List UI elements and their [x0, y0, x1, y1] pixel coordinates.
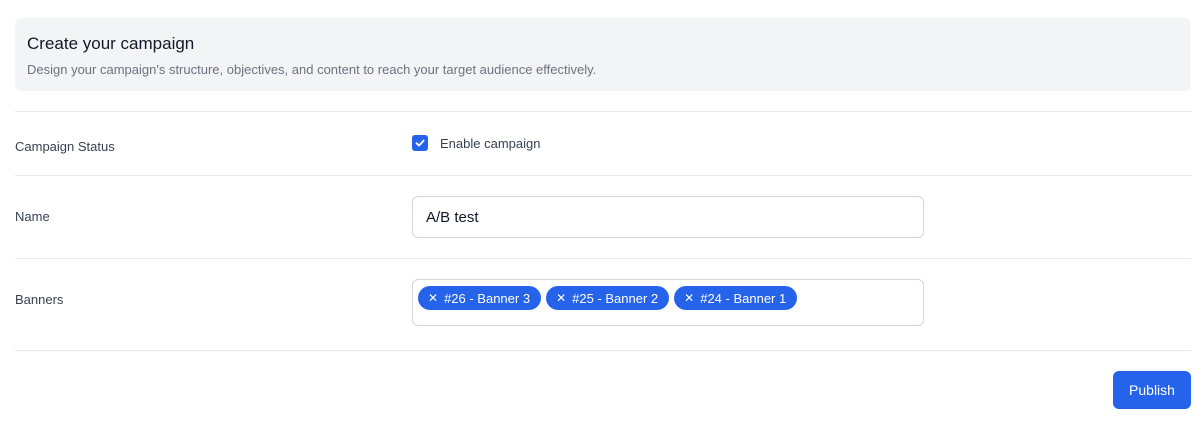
header-card: Create your campaign Design your campaig…	[15, 18, 1191, 91]
enable-campaign-checkbox[interactable]	[412, 135, 428, 151]
banner-tag-label: #26 - Banner 3	[444, 290, 531, 306]
close-icon[interactable]: ✕	[556, 292, 566, 304]
banners-label: Banners	[15, 292, 64, 307]
divider	[15, 350, 1191, 351]
banner-tag: ✕ #25 - Banner 2	[546, 286, 670, 310]
divider	[15, 175, 1191, 176]
publish-button[interactable]: Publish	[1113, 371, 1191, 409]
enable-campaign-label[interactable]: Enable campaign	[440, 136, 540, 152]
banners-multiselect[interactable]: ✕ #26 - Banner 3 ✕ #25 - Banner 2 ✕ #24 …	[412, 279, 924, 326]
banner-tag-label: #25 - Banner 2	[572, 290, 659, 306]
campaign-status-label: Campaign Status	[15, 139, 115, 154]
close-icon[interactable]: ✕	[428, 292, 438, 304]
name-label: Name	[15, 209, 50, 224]
check-icon	[415, 139, 425, 147]
page-subtitle: Design your campaign's structure, object…	[27, 62, 597, 77]
name-input[interactable]	[412, 196, 924, 238]
page-title: Create your campaign	[27, 34, 195, 53]
banner-tag: ✕ #24 - Banner 1	[674, 286, 798, 310]
banner-tag-label: #24 - Banner 1	[700, 290, 787, 306]
banner-tag: ✕ #26 - Banner 3	[418, 286, 542, 310]
divider	[15, 111, 1191, 112]
close-icon[interactable]: ✕	[684, 292, 694, 304]
divider	[15, 258, 1191, 259]
